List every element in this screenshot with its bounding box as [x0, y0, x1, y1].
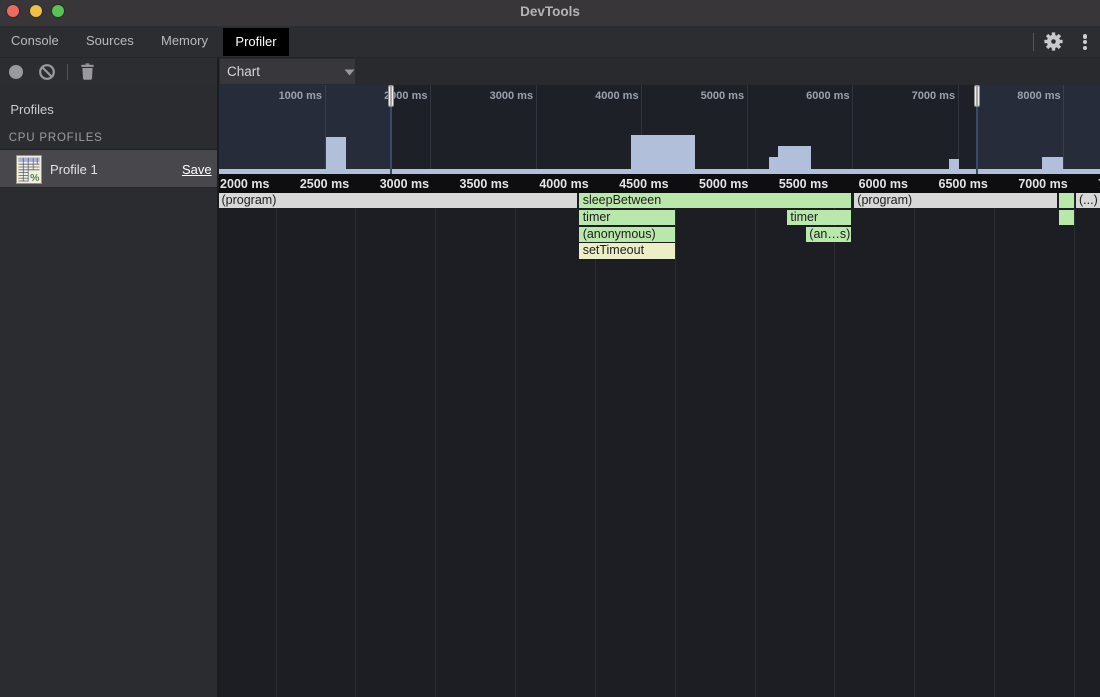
svg-text:%: %	[30, 172, 40, 184]
